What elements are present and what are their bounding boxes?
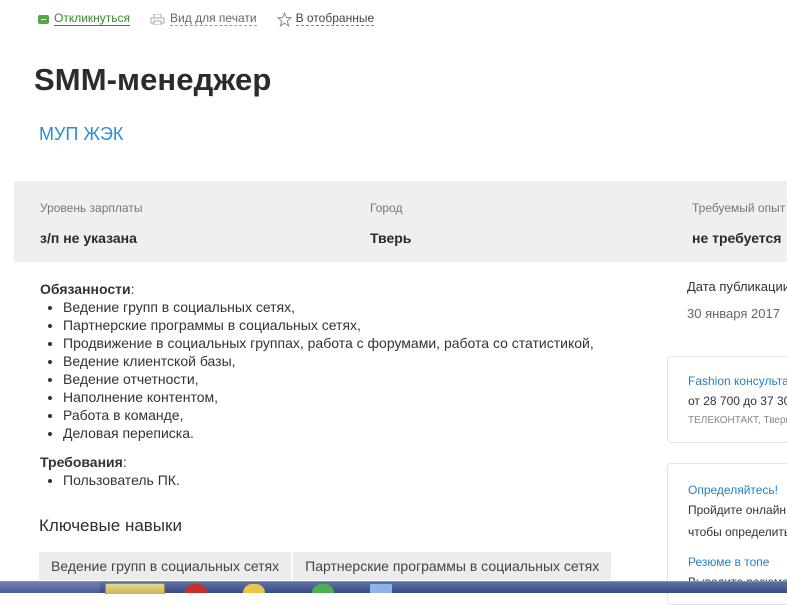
requirements-header-line: Требования: <box>40 454 127 470</box>
favorite-link[interactable]: В отобранные <box>295 12 375 26</box>
similar-vacancy-employer: ТЕЛЕКОНТАКТ, Тверь <box>688 415 787 426</box>
list-item: Пользователь ПК. <box>63 471 640 489</box>
vacancy-title: SMM-менеджер <box>34 62 272 97</box>
city-label: Город <box>370 201 403 215</box>
star-icon <box>276 11 292 27</box>
respond-action[interactable]: Откликнуться <box>38 12 131 26</box>
list-item: Партнерские программы в социальных сетях… <box>63 316 640 334</box>
vacancy-info-panel: Уровень зарплаты з/п не указана Город Тв… <box>14 181 787 262</box>
favorite-action[interactable]: В отобранные <box>276 11 375 27</box>
publication-date: 30 января 2017 <box>687 306 780 321</box>
skills-list: Ведение групп в социальных сетях Партнер… <box>39 552 613 580</box>
respond-link[interactable]: Откликнуться <box>54 12 131 26</box>
company-link[interactable]: МУП ЖЭК <box>39 124 123 145</box>
taskbar-app-button[interactable] <box>105 583 165 594</box>
printer-icon <box>150 13 165 25</box>
requirements-header: Требования <box>40 454 123 470</box>
respond-icon <box>38 14 49 24</box>
list-item: Ведение отчетности, <box>63 370 640 388</box>
print-link[interactable]: Вид для печати <box>170 12 257 26</box>
similar-vacancy-title[interactable]: Fashion консультант <box>688 374 787 388</box>
print-action[interactable]: Вид для печати <box>150 12 257 26</box>
list-item: Наполнение контентом, <box>63 388 640 406</box>
city-value: Тверь <box>370 230 412 246</box>
salary-label: Уровень зарплаты <box>40 201 143 215</box>
salary-value: з/п не указана <box>40 230 137 246</box>
resume-top-link[interactable]: Резюме в топе <box>688 555 769 569</box>
vacancy-description: Обязанности: Ведение групп в социальных … <box>40 280 640 489</box>
list-item: Ведение групп в социальных сетях, <box>63 298 640 316</box>
list-item: Продвижение в социальных группах, работа… <box>63 334 640 352</box>
promo-text-line2: чтобы определиться <box>688 525 787 539</box>
promo-text-line1: Пройдите онлайн <box>688 503 787 517</box>
requirements-list: Пользователь ПК. <box>40 471 640 489</box>
skill-tag[interactable]: Партнерские программы в социальных сетях <box>293 552 612 580</box>
duties-header-line: Обязанности: <box>40 281 135 297</box>
list-item: Работа в команде, <box>63 406 640 424</box>
duties-header: Обязанности <box>40 281 131 297</box>
similar-vacancy-salary: от 28 700 до 37 300 <box>688 394 787 408</box>
experience-label: Требуемый опыт <box>692 201 786 215</box>
skills-title: Ключевые навыки <box>39 516 182 535</box>
experience-value: не требуется <box>692 230 782 246</box>
list-item: Деловая переписка. <box>63 424 640 442</box>
list-item: Ведение клиентской базы, <box>63 352 640 370</box>
os-taskbar <box>0 581 787 594</box>
duties-list: Ведение групп в социальных сетях, Партне… <box>40 298 640 442</box>
taskbar-start-area <box>0 582 100 593</box>
action-bar: Откликнуться Вид для печати В отобранные <box>38 10 394 28</box>
publication-label: Дата публикации <box>687 279 787 294</box>
skill-tag[interactable]: Ведение групп в социальных сетях <box>39 552 292 580</box>
promo-title-link[interactable]: Определяйтесь! <box>688 483 778 497</box>
similar-vacancy-card[interactable]: Fashion консультант от 28 700 до 37 300 … <box>667 356 787 443</box>
